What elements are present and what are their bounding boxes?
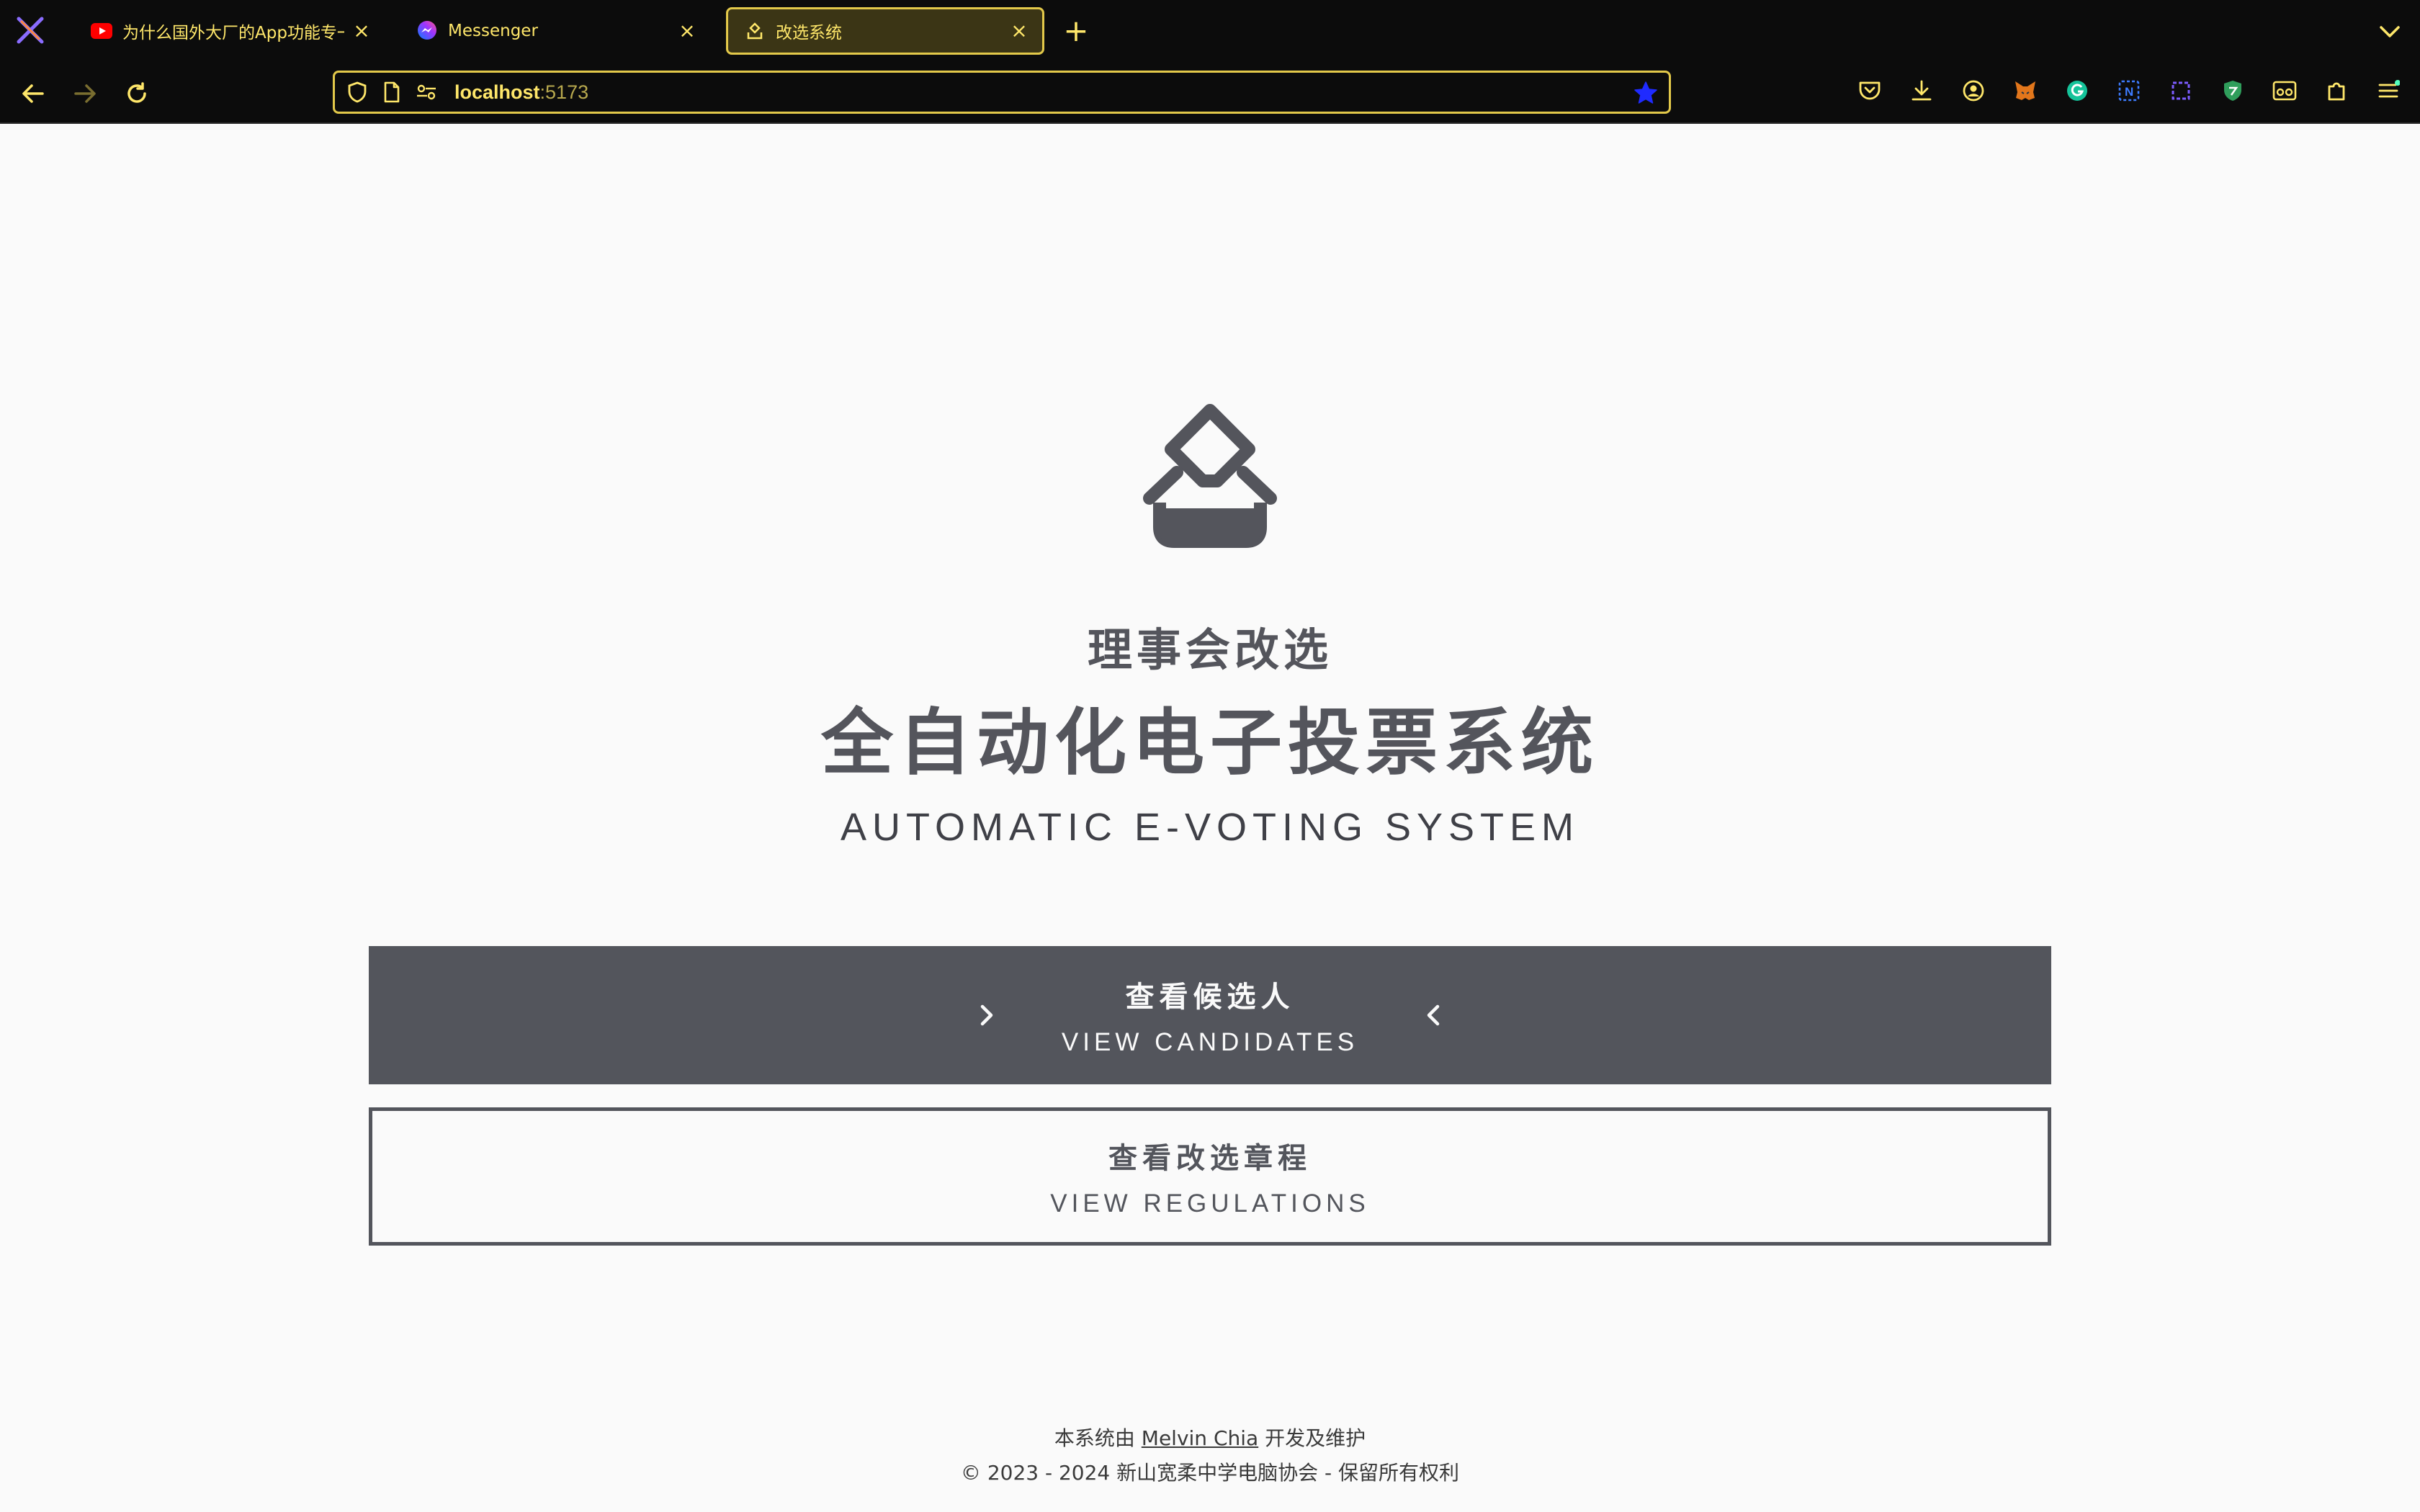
tab-messenger[interactable]: Messenger × bbox=[400, 7, 710, 55]
button-label-cn: 查看候选人 bbox=[1125, 981, 1295, 1014]
button-label-en: VIEW CANDIDATES bbox=[1061, 1028, 1359, 1056]
tab-title: Messenger bbox=[448, 22, 538, 40]
footer-credit-suffix: 开发及维护 bbox=[1265, 1426, 1366, 1450]
firefox-view-icon[interactable] bbox=[16, 16, 45, 45]
tab-title: 改选系统 bbox=[776, 24, 842, 42]
new-tab-button[interactable]: + bbox=[1062, 16, 1090, 46]
account-icon[interactable] bbox=[1958, 75, 1989, 107]
pocket-icon[interactable] bbox=[1854, 75, 1886, 107]
tab-voting-system[interactable]: 改选系统 × bbox=[726, 7, 1044, 55]
close-icon[interactable]: × bbox=[1009, 21, 1029, 41]
page-icon[interactable] bbox=[380, 80, 404, 104]
ballot-box-icon bbox=[1143, 404, 1277, 548]
download-icon[interactable] bbox=[1906, 75, 1937, 107]
extensions-icon[interactable] bbox=[2321, 75, 2352, 107]
reload-button[interactable] bbox=[122, 79, 151, 108]
close-icon[interactable]: × bbox=[351, 21, 372, 41]
svg-text:N: N bbox=[2125, 85, 2133, 99]
grammarly-icon[interactable] bbox=[2061, 75, 2093, 107]
screenshot-icon[interactable] bbox=[2165, 75, 2197, 107]
back-button[interactable] bbox=[19, 79, 48, 108]
tab-bar: 为什么国外大厂的App功能专一而 × Messenger × 改选系统 × + bbox=[0, 0, 2420, 62]
shield-icon[interactable] bbox=[345, 80, 369, 104]
button-label-cn: 查看改选章程 bbox=[1108, 1142, 1312, 1175]
notion-icon[interactable]: N bbox=[2113, 75, 2145, 107]
button-label-en: VIEW REGULATIONS bbox=[1050, 1189, 1370, 1218]
reload-icon bbox=[127, 82, 146, 103]
url-text[interactable]: localhost:5173 bbox=[454, 81, 588, 104]
chevron-left-icon bbox=[1427, 1004, 1440, 1026]
chevron-right-icon bbox=[980, 1004, 993, 1026]
arrow-left-icon bbox=[22, 84, 44, 103]
forward-button[interactable] bbox=[71, 79, 99, 108]
page-subtitle: 理事会改选 bbox=[1087, 624, 1332, 676]
shield-extension-icon[interactable] bbox=[2217, 75, 2249, 107]
tab-title: 为什么国外大厂的App功能专一而 bbox=[122, 24, 344, 42]
footer-copyright: © 2023 - 2024 新山宽柔中学电脑协会 - 保留所有权利 bbox=[960, 1461, 1460, 1485]
messenger-icon bbox=[416, 20, 438, 42]
footer-credit-prefix: 本系统由 bbox=[1054, 1426, 1135, 1450]
extension-toolbar: N bbox=[1854, 75, 2404, 107]
ballot-icon bbox=[744, 20, 766, 42]
tab-youtube[interactable]: 为什么国外大厂的App功能专一而 × bbox=[75, 7, 385, 55]
page-title-english: AUTOMATIC E-VOTING SYSTEM bbox=[840, 806, 1580, 849]
arrow-right-icon bbox=[74, 84, 96, 103]
reader-icon[interactable] bbox=[2269, 75, 2300, 107]
view-candidates-button[interactable]: 查看候选人 VIEW CANDIDATES bbox=[369, 946, 2051, 1084]
metamask-icon[interactable] bbox=[2009, 75, 2041, 107]
menu-icon[interactable] bbox=[2372, 75, 2404, 107]
footer-credit: 本系统由 Melvin Chia 开发及维护 bbox=[0, 1423, 2420, 1452]
youtube-icon bbox=[91, 20, 112, 42]
close-icon[interactable]: × bbox=[677, 21, 697, 41]
permissions-icon[interactable] bbox=[414, 80, 439, 104]
chevron-down-icon[interactable] bbox=[2377, 19, 2403, 45]
address-bar[interactable]: localhost:5173 bbox=[333, 71, 1671, 114]
author-link[interactable]: Melvin Chia bbox=[1142, 1426, 1258, 1450]
view-regulations-button[interactable]: 查看改选章程 VIEW REGULATIONS bbox=[369, 1107, 2051, 1246]
bookmark-star-icon[interactable] bbox=[1633, 80, 1659, 106]
page-title: 全自动化电子投票系统 bbox=[821, 701, 1599, 785]
